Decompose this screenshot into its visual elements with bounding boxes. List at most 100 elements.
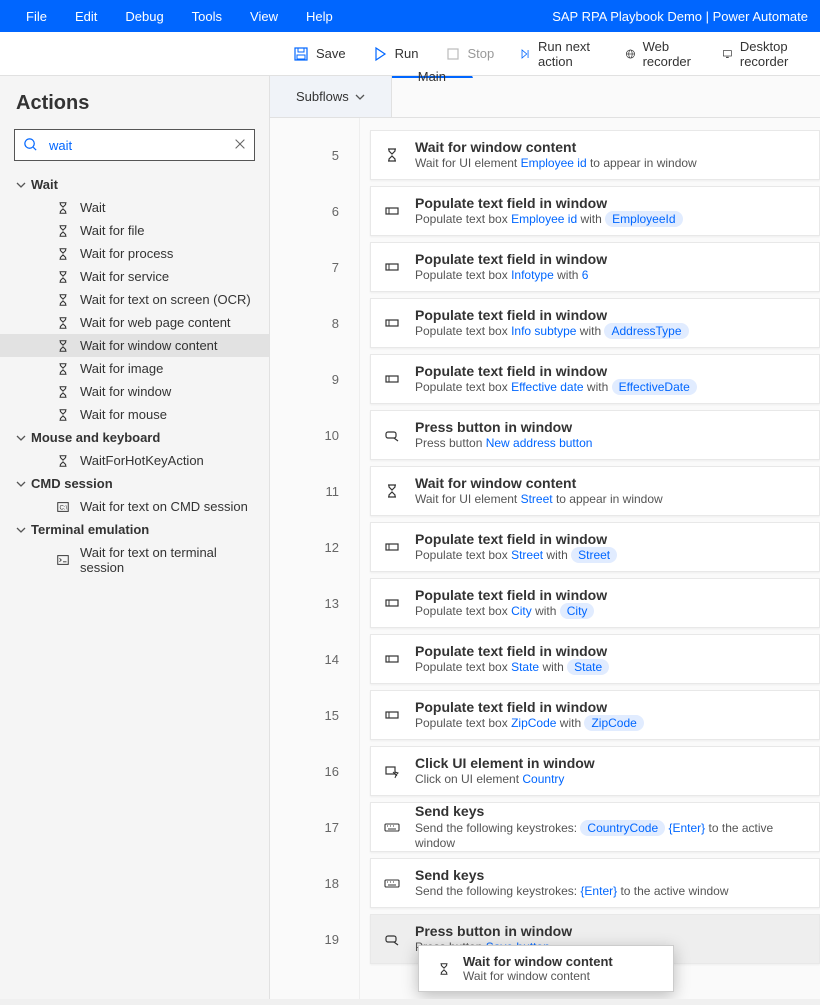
step-subtitle: Populate text box Employee id with Emplo…	[415, 212, 807, 228]
search-icon	[23, 137, 38, 155]
action-item[interactable]: Wait for service	[0, 265, 269, 288]
action-item[interactable]: Wait	[0, 196, 269, 219]
save-button[interactable]: Save	[280, 46, 359, 62]
run-button[interactable]: Run	[359, 46, 432, 62]
action-item[interactable]: WaitForHotKeyAction	[0, 449, 269, 472]
action-item[interactable]: Wait for window content	[0, 334, 269, 357]
tree-group[interactable]: CMD session	[0, 472, 269, 495]
tree-group[interactable]: Terminal emulation	[0, 518, 269, 541]
hourglass-icon	[56, 224, 70, 238]
step-title: Populate text field in window	[415, 194, 807, 212]
chevron-down-icon	[16, 479, 26, 489]
step-title: Click UI element in window	[415, 754, 807, 772]
hourglass-icon	[437, 962, 451, 976]
flow-step[interactable]: Populate text field in windowPopulate te…	[370, 242, 820, 292]
main-tab[interactable]: Main	[392, 76, 473, 78]
step-subtitle: Press button New address button	[415, 436, 807, 452]
step-title: Send keys	[415, 802, 807, 820]
stop-button[interactable]: Stop	[432, 46, 508, 62]
hourglass-icon	[384, 483, 400, 499]
flow-step[interactable]: Populate text field in windowPopulate te…	[370, 186, 820, 236]
flow-step[interactable]: Populate text field in windowPopulate te…	[370, 522, 820, 572]
line-number: 19	[270, 920, 359, 976]
save-icon	[293, 46, 309, 62]
tree-group[interactable]: Mouse and keyboard	[0, 426, 269, 449]
line-number: 15	[270, 696, 359, 752]
status-bar	[0, 999, 820, 1005]
action-item[interactable]: Wait for mouse	[0, 403, 269, 426]
hourglass-icon	[56, 316, 70, 330]
run-next-button[interactable]: Run next action	[507, 39, 611, 69]
menu-view[interactable]: View	[236, 9, 292, 24]
svg-text:C:\: C:\	[60, 504, 68, 511]
step-title: Populate text field in window	[415, 586, 807, 604]
step-icon	[520, 46, 531, 62]
flow-step[interactable]: Populate text field in windowPopulate te…	[370, 690, 820, 740]
step-title: Press button in window	[415, 922, 807, 940]
action-item[interactable]: Wait for window	[0, 380, 269, 403]
action-item[interactable]: Wait for text on terminal session	[0, 541, 269, 579]
chevron-down-icon	[16, 180, 26, 190]
keys-icon	[384, 875, 400, 891]
action-item[interactable]: Wait for web page content	[0, 311, 269, 334]
action-item[interactable]: Wait for file	[0, 219, 269, 242]
web-recorder-button[interactable]: Web recorder	[612, 39, 709, 69]
desktop-recorder-button[interactable]: Desktop recorder	[709, 39, 820, 69]
menu-file[interactable]: File	[12, 9, 61, 24]
step-subtitle: Wait for UI element Street to appear in …	[415, 492, 807, 508]
drag-tooltip: Wait for window content Wait for window …	[418, 945, 674, 992]
line-number: 6	[270, 192, 359, 248]
flow-step[interactable]: Populate text field in windowPopulate te…	[370, 354, 820, 404]
tooltip-title: Wait for window content	[463, 954, 613, 969]
menu-help[interactable]: Help	[292, 9, 347, 24]
step-title: Wait for window content	[415, 474, 807, 492]
line-number: 16	[270, 752, 359, 808]
step-title: Populate text field in window	[415, 530, 807, 548]
step-title: Wait for window content	[415, 138, 807, 156]
desktop-icon	[722, 46, 733, 62]
flow-step[interactable]: Populate text field in windowPopulate te…	[370, 634, 820, 684]
field-icon	[384, 315, 400, 331]
action-item[interactable]: C:\Wait for text on CMD session	[0, 495, 269, 518]
actions-title: Actions	[0, 88, 269, 129]
subflows-tab[interactable]: Subflows	[270, 76, 392, 117]
step-subtitle: Populate text box Street with Street	[415, 548, 807, 564]
step-title: Populate text field in window	[415, 698, 807, 716]
field-icon	[384, 371, 400, 387]
flow-step[interactable]: Populate text field in windowPopulate te…	[370, 578, 820, 628]
field-icon	[384, 203, 400, 219]
search-box	[14, 129, 255, 161]
flow-step[interactable]: Populate text field in windowPopulate te…	[370, 298, 820, 348]
action-item[interactable]: Wait for process	[0, 242, 269, 265]
terminal-icon	[56, 553, 70, 567]
flow-step[interactable]: Send keysSend the following keystrokes: …	[370, 858, 820, 908]
steps-list: Wait for window contentWait for UI eleme…	[360, 118, 820, 1005]
cmd-icon: C:\	[56, 500, 70, 514]
globe-icon	[625, 46, 636, 62]
line-number: 11	[270, 472, 359, 528]
search-input[interactable]	[14, 129, 255, 161]
play-icon	[372, 46, 388, 62]
flow-step[interactable]: Press button in windowPress button New a…	[370, 410, 820, 460]
step-subtitle: Populate text box State with State	[415, 660, 807, 676]
flow-step[interactable]: Send keysSend the following keystrokes: …	[370, 802, 820, 852]
flow-step[interactable]: Wait for window contentWait for UI eleme…	[370, 466, 820, 516]
chevron-down-icon	[16, 433, 26, 443]
action-item[interactable]: Wait for text on screen (OCR)	[0, 288, 269, 311]
line-number: 12	[270, 528, 359, 584]
flow-tabs: Subflows Main	[270, 76, 820, 118]
flow-step[interactable]: Click UI element in windowClick on UI el…	[370, 746, 820, 796]
flow-step[interactable]: Wait for window contentWait for UI eleme…	[370, 130, 820, 180]
tree-group[interactable]: Wait	[0, 173, 269, 196]
menu-edit[interactable]: Edit	[61, 9, 111, 24]
step-subtitle: Populate text box Infotype with 6	[415, 268, 807, 284]
step-subtitle: Populate text box ZipCode with ZipCode	[415, 716, 807, 732]
action-item[interactable]: Wait for image	[0, 357, 269, 380]
hourglass-icon	[56, 362, 70, 376]
clear-search-icon[interactable]	[233, 137, 247, 154]
step-subtitle: Click on UI element Country	[415, 772, 807, 788]
menu-tools[interactable]: Tools	[178, 9, 236, 24]
step-subtitle: Send the following keystrokes: CountryCo…	[415, 821, 807, 852]
step-title: Send keys	[415, 866, 807, 884]
menu-debug[interactable]: Debug	[111, 9, 177, 24]
